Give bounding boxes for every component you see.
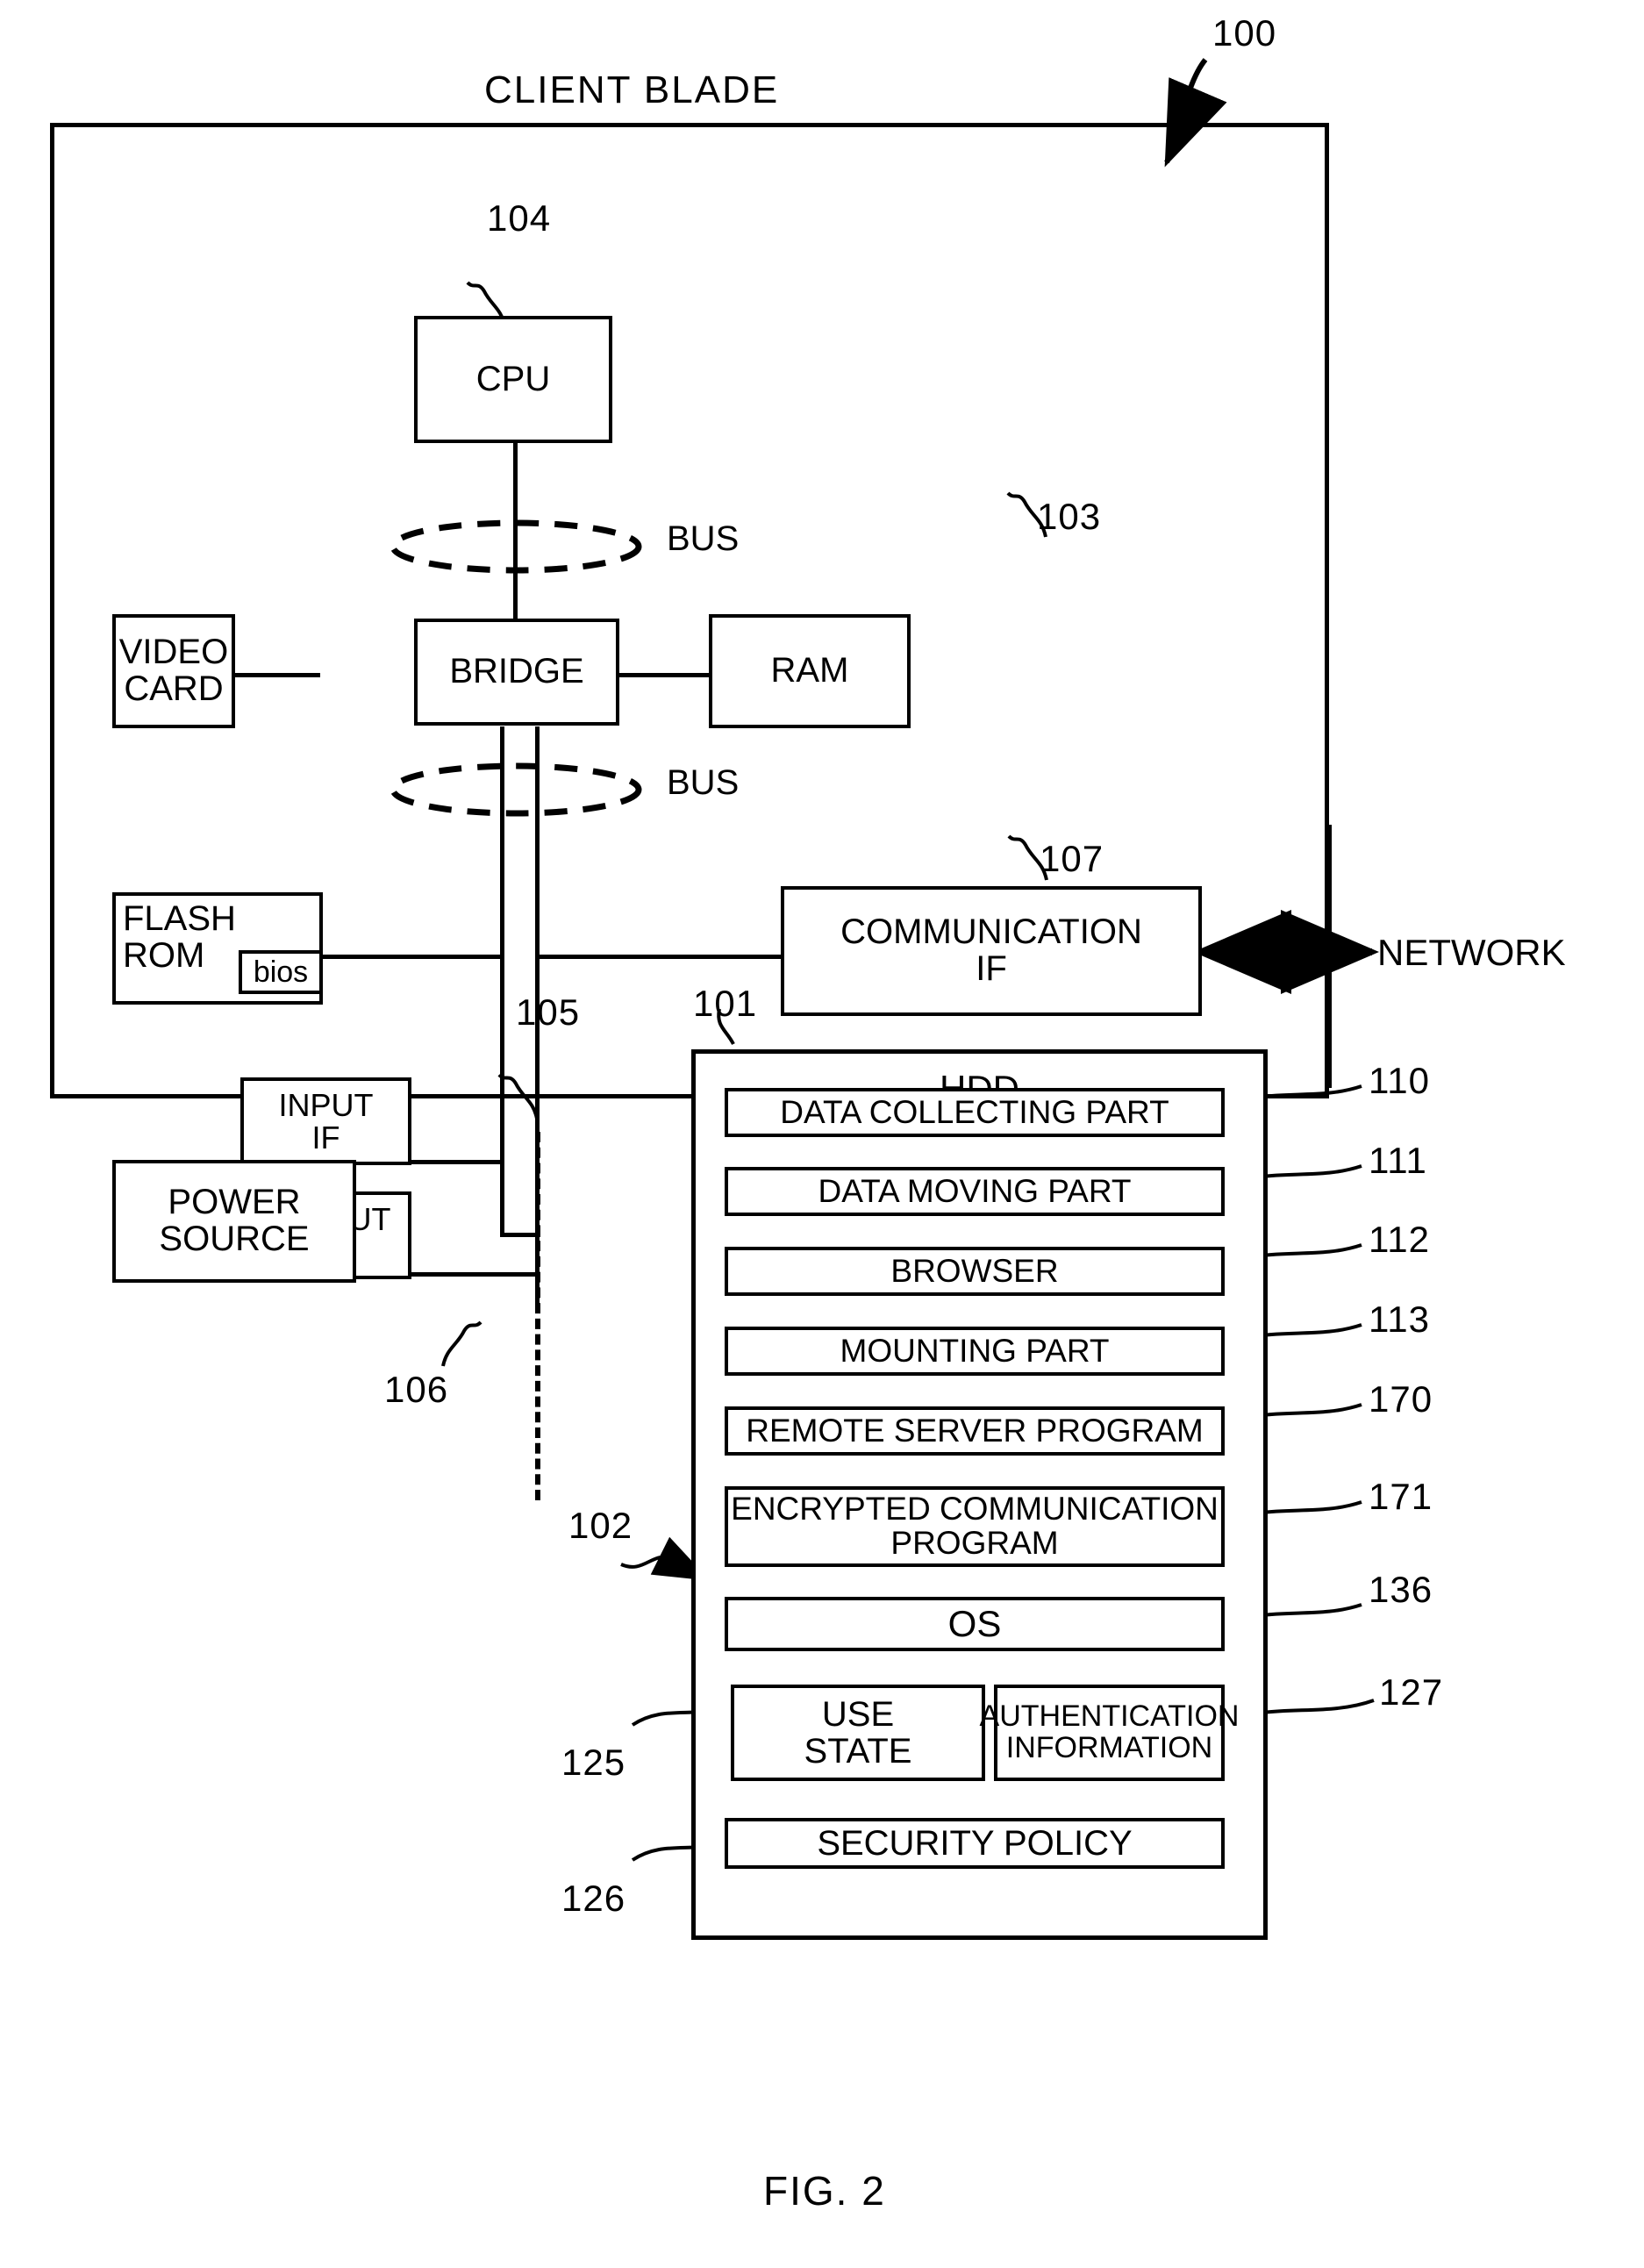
wire-hdd-dashed (535, 1132, 540, 1500)
hdd-item-label: AUTHENTICATION INFORMATION (979, 1699, 1240, 1764)
hdd-item-label: SECURITY POLICY (817, 1824, 1133, 1863)
wire-inputif-bus-joint (500, 1160, 504, 1167)
video-card-box: VIDEO CARD (112, 614, 235, 728)
hdd-item-label: BROWSER (890, 1252, 1059, 1289)
hdd-item-mounting-part: MOUNTING PART (725, 1327, 1225, 1376)
bridge-label: BRIDGE (449, 652, 584, 691)
ref-136: 136 (1369, 1569, 1433, 1610)
hdd-item-remote-server-program: REMOTE SERVER PROGRAM (725, 1406, 1225, 1456)
ref-106-leader (441, 1320, 482, 1367)
wire-bridge-ram (618, 673, 711, 677)
ref-102: 102 (568, 1505, 633, 1546)
ref-107: 107 (1040, 838, 1104, 879)
ref-171: 171 (1369, 1476, 1433, 1517)
flash-rom-label: FLASH ROM (123, 899, 236, 975)
video-card-label: VIDEO CARD (118, 633, 229, 708)
bridge-box: BRIDGE (414, 619, 619, 726)
hdd-item-label: DATA COLLECTING PART (780, 1093, 1169, 1130)
ref-126: 126 (561, 1878, 626, 1919)
bios-label: bios (253, 955, 309, 989)
cpu-label: CPU (475, 359, 551, 398)
bus-top-label: BUS (667, 519, 740, 558)
hdd-item-encrypted-communication-program: ENCRYPTED COMMUNICATION PROGRAM (725, 1486, 1225, 1567)
wire-videocard-bridge (232, 673, 320, 677)
hdd-item-authentication-information: AUTHENTICATION INFORMATION (980, 1685, 1239, 1781)
wire-bus-hdd-stub (500, 1233, 540, 1237)
hdd-item-label: MOUNTING PART (840, 1332, 1110, 1369)
hdd-item-browser: BROWSER (725, 1247, 1225, 1296)
ram-label: RAM (770, 651, 849, 690)
ref-110: 110 (1369, 1060, 1430, 1101)
cpu-box: CPU (414, 316, 612, 443)
hdd-item-data-moving-part: DATA MOVING PART (725, 1167, 1225, 1216)
wire-bus-rail-left (500, 726, 504, 1235)
ram-box: RAM (709, 614, 911, 728)
bios-box: bios (239, 950, 323, 994)
ref-170: 170 (1369, 1378, 1433, 1420)
ref-106: 106 (384, 1369, 449, 1410)
ref-103: 103 (1037, 496, 1102, 537)
ref-125: 125 (561, 1742, 626, 1783)
hdd-item-data-collecting-part: DATA COLLECTING PART (725, 1088, 1225, 1137)
power-source-label: POWER SOURCE (159, 1183, 310, 1258)
ref-105: 105 (516, 991, 581, 1033)
ref-101: 101 (693, 983, 758, 1024)
input-if-label: INPUT IF (278, 1086, 374, 1155)
input-if-box: INPUT IF (240, 1077, 411, 1165)
hdd-item-label: OS (947, 1602, 1002, 1644)
hdd-item-label: ENCRYPTED COMMUNICATION PROGRAM (731, 1491, 1219, 1561)
figure-caption: FIG. 2 (763, 2168, 886, 2214)
ref-104: 104 (487, 197, 552, 239)
power-source-box: POWER SOURCE (112, 1160, 356, 1283)
ref-113: 113 (1369, 1299, 1430, 1340)
hdd-item-label: DATA MOVING PART (818, 1172, 1132, 1209)
hdd-item-use-state: USE STATE (731, 1685, 985, 1781)
network-label: NETWORK (1377, 932, 1566, 973)
wire-bus-commif (537, 955, 783, 959)
hdd-item-label: REMOTE SERVER PROGRAM (746, 1412, 1204, 1449)
hdd-item-security-policy: SECURITY POLICY (725, 1818, 1225, 1869)
ref-127: 127 (1379, 1671, 1444, 1713)
wire-flashrom-bus (320, 955, 503, 959)
hdd-item-label: USE STATE (804, 1695, 912, 1771)
figure-canvas: CLIENT BLADE 100 CPU 104 BUS BUS BRIDGE … (0, 0, 1644, 2268)
communication-if-label: COMMUNICATION IF (840, 912, 1142, 988)
ref-112: 112 (1369, 1219, 1430, 1260)
wire-cpu-bridge (513, 443, 518, 619)
communication-if-box: COMMUNICATION IF (781, 886, 1202, 1016)
hdd-item-os: OS (725, 1597, 1225, 1651)
frame-right-overlap (1327, 825, 1332, 1088)
figure-title: CLIENT BLADE (484, 68, 780, 111)
bus-bottom-label: BUS (667, 763, 740, 802)
ref-100: 100 (1212, 12, 1277, 54)
ref-111: 111 (1369, 1140, 1427, 1181)
